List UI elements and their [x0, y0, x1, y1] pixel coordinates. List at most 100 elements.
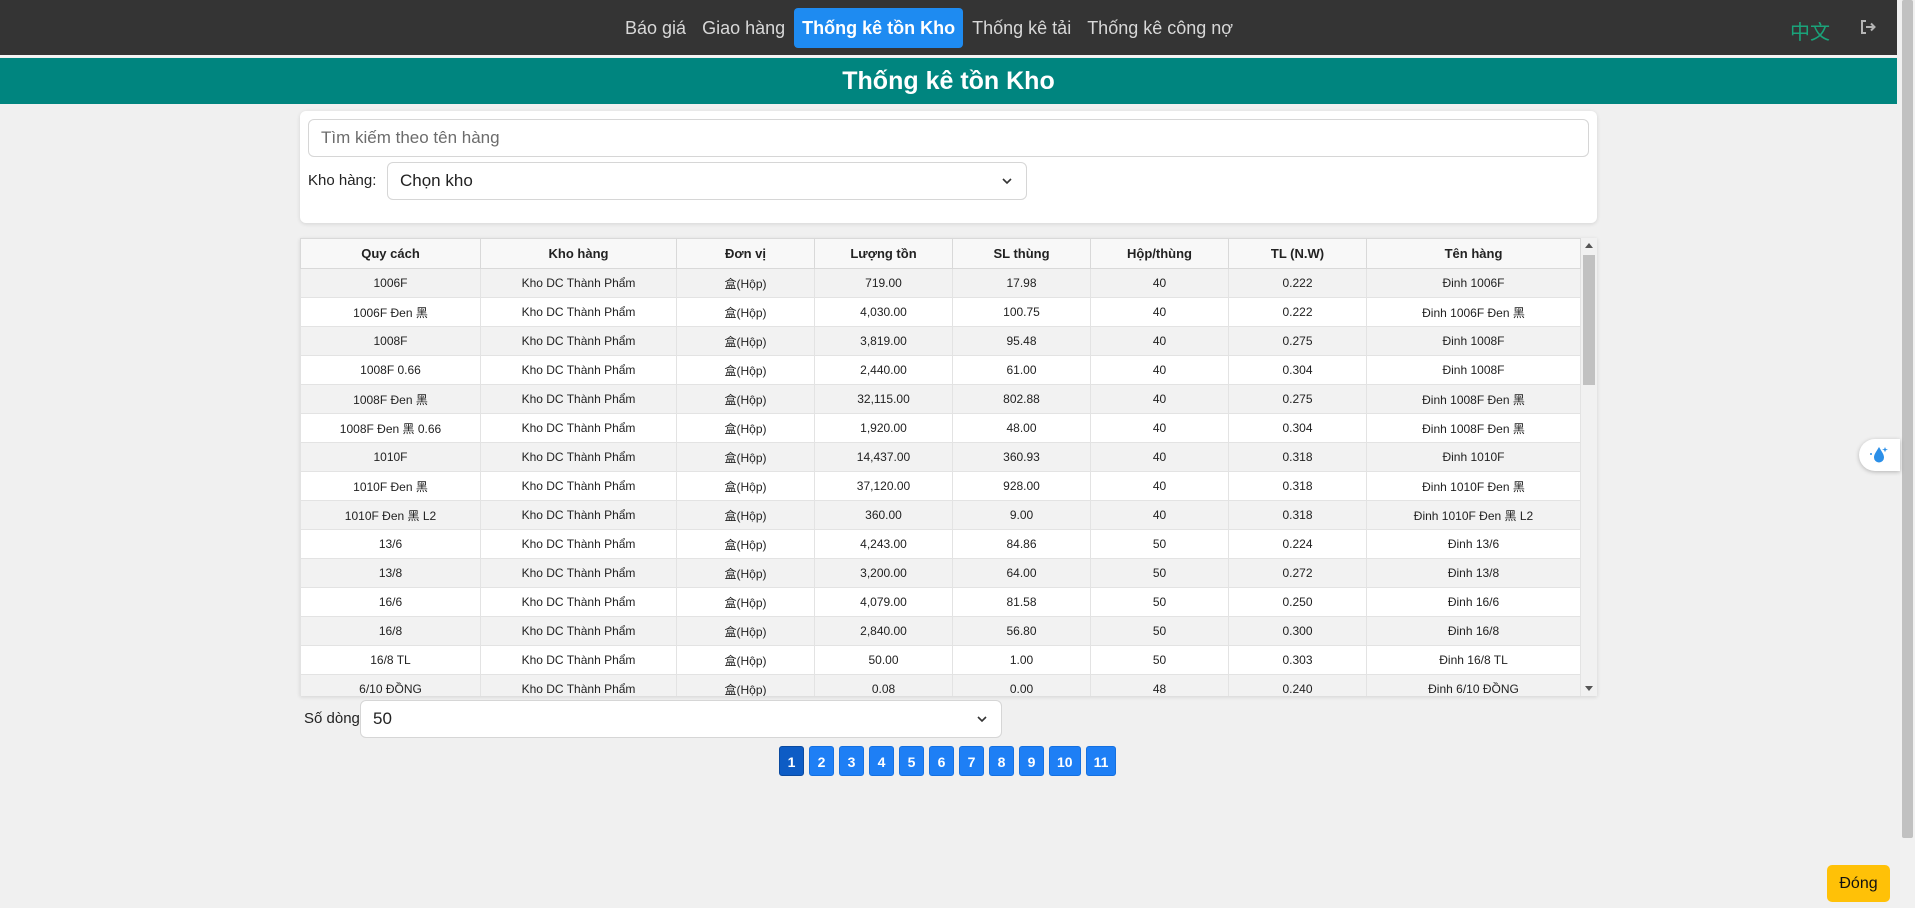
page-button[interactable]: 11	[1085, 746, 1117, 776]
scroll-down-arrow-icon[interactable]	[1585, 686, 1593, 691]
column-header[interactable]: Quy cách	[300, 238, 481, 269]
column-header[interactable]: SL thùng	[952, 238, 1091, 269]
table-row[interactable]: 1010F Kho DC Thành Phẩm 盒(Hộp) 14,437.00 360…	[300, 442, 1581, 472]
table-cell: 48	[1090, 674, 1229, 696]
water-drop-icon	[1870, 447, 1888, 463]
table-row[interactable]: 1010F Đen 黑 L2 Kho DC Thành Phẩm 盒(Hộp) 360…	[300, 500, 1581, 530]
page-button[interactable]: 4	[869, 746, 894, 776]
table-row[interactable]: 6/10 ĐỒNG Kho DC Thành Phẩm 盒(Hộp) 0.08 0.00…	[300, 674, 1581, 696]
table-cell: Kho DC Thành Phẩm	[480, 384, 677, 414]
nav-item-thong-ke-tai[interactable]: Thống kê tải	[964, 8, 1079, 48]
page-button[interactable]: 8	[989, 746, 1014, 776]
floating-widget[interactable]	[1859, 439, 1900, 471]
table-cell: 0.08	[814, 674, 953, 696]
table-cell: 4,079.00	[814, 587, 953, 617]
table-row[interactable]: 16/8 TL Kho DC Thành Phẩm 盒(Hộp) 50.00 1.00 5…	[300, 645, 1581, 675]
table-cell: 40	[1090, 268, 1229, 298]
table-cell: 3,819.00	[814, 326, 953, 356]
table-row[interactable]: 16/8 Kho DC Thành Phẩm 盒(Hộp) 2,840.00 56.80…	[300, 616, 1581, 646]
table-cell: 40	[1090, 500, 1229, 530]
nav-item-bao-gia[interactable]: Báo giá	[617, 8, 694, 48]
column-header[interactable]: TL (N.W)	[1228, 238, 1367, 269]
table-cell: 盒(Hộp)	[676, 587, 815, 617]
table-cell: 16/6	[300, 587, 481, 617]
page-button[interactable]: 3	[839, 746, 864, 776]
nav-menu: Báo giá Giao hàng Thống kê tồn Kho Thống…	[617, 8, 1241, 48]
page-button[interactable]: 1	[779, 746, 804, 776]
table-cell: Kho DC Thành Phẩm	[480, 355, 677, 385]
table-cell: 0.304	[1228, 355, 1367, 385]
table-cell: 0.300	[1228, 616, 1367, 646]
table-row[interactable]: 16/6 Kho DC Thành Phẩm 盒(Hộp) 4,079.00 81.58…	[300, 587, 1581, 617]
table-cell: 50	[1090, 529, 1229, 559]
table-row[interactable]: 1010F Đen 黑 Kho DC Thành Phẩm 盒(Hộp) 37,120…	[300, 471, 1581, 501]
table-cell: 17.98	[952, 268, 1091, 298]
page-button[interactable]: 9	[1019, 746, 1044, 776]
table-row[interactable]: 1006F Đen 黑 Kho DC Thành Phẩm 盒(Hộp) 4,030.…	[300, 297, 1581, 327]
column-header[interactable]: Đơn vị	[676, 238, 815, 269]
table-row[interactable]: 13/8 Kho DC Thành Phẩm 盒(Hộp) 3,200.00 64.00…	[300, 558, 1581, 588]
table-cell: 40	[1090, 413, 1229, 443]
column-header[interactable]: Hộp/thùng	[1090, 238, 1229, 269]
table-header-row: Quy cách Kho hàng Đơn vị Lượng tồn SL thùng H…	[300, 238, 1581, 269]
table-row[interactable]: 1008F Kho DC Thành Phẩm 盒(Hộp) 3,819.00 95.4…	[300, 326, 1581, 356]
page-scrollbar[interactable]	[1900, 0, 1915, 908]
page-button[interactable]: 6	[929, 746, 954, 776]
table-cell: 0.275	[1228, 326, 1367, 356]
table-cell: Kho DC Thành Phẩm	[480, 587, 677, 617]
warehouse-select[interactable]: Chọn kho	[387, 162, 1027, 200]
table-cell: 1010F Đen 黑 L2	[300, 500, 481, 530]
table-cell: Đinh 6/10 ĐỒNG	[1366, 674, 1581, 696]
rows-per-page-select[interactable]: 50	[360, 700, 1002, 738]
page-button[interactable]: 10	[1049, 746, 1081, 776]
nav-item-giao-hang[interactable]: Giao hàng	[694, 8, 793, 48]
search-input[interactable]	[308, 119, 1589, 157]
table-cell: Đinh 1010F	[1366, 442, 1581, 472]
sign-out-icon[interactable]	[1859, 18, 1877, 36]
table-scrollbar-thumb[interactable]	[1583, 255, 1595, 385]
table-row[interactable]: 13/6 Kho DC Thành Phẩm 盒(Hộp) 4,243.00 84.86…	[300, 529, 1581, 559]
close-button[interactable]: Đóng	[1827, 865, 1890, 902]
table-cell: 0.318	[1228, 500, 1367, 530]
table-cell: Đinh 1006F Đen 黑	[1366, 297, 1581, 327]
scroll-up-arrow-icon[interactable]	[1585, 243, 1593, 248]
table-cell: 盒(Hộp)	[676, 529, 815, 559]
table-cell: 16/8 TL	[300, 645, 481, 675]
table-cell: 0.222	[1228, 268, 1367, 298]
language-switch[interactable]: 中文	[1790, 16, 1830, 45]
table-row[interactable]: 1006F Kho DC Thành Phẩm 盒(Hộp) 719.00 17.98 4…	[300, 268, 1581, 298]
table-cell: 3,200.00	[814, 558, 953, 588]
column-header[interactable]: Kho hàng	[480, 238, 677, 269]
column-header[interactable]: Tên hàng	[1366, 238, 1581, 269]
nav-item-thong-ke-ton-kho[interactable]: Thống kê tồn Kho	[794, 8, 964, 48]
table-cell: 盒(Hộp)	[676, 297, 815, 327]
table-row[interactable]: 1008F Đen 黑 Kho DC Thành Phẩm 盒(Hộp) 32,115…	[300, 384, 1581, 414]
table-cell: 56.80	[952, 616, 1091, 646]
table-cell: Đinh 13/8	[1366, 558, 1581, 588]
table-scrollbar[interactable]	[1581, 238, 1597, 696]
table-cell: 0.318	[1228, 442, 1367, 472]
table-cell: Kho DC Thành Phẩm	[480, 413, 677, 443]
table-cell: 360.93	[952, 442, 1091, 472]
page-scrollbar-thumb[interactable]	[1902, 0, 1913, 838]
table-cell: 1008F Đen 黑 0.66	[300, 413, 481, 443]
table-cell: Kho DC Thành Phẩm	[480, 297, 677, 327]
table-row[interactable]: 1008F Đen 黑 0.66 Kho DC Thành Phẩm 盒(Hộp) 1…	[300, 413, 1581, 443]
table-cell: 1.00	[952, 645, 1091, 675]
table-cell: 64.00	[952, 558, 1091, 588]
column-header[interactable]: Lượng tồn	[814, 238, 953, 269]
table-cell: 0.318	[1228, 471, 1367, 501]
table-cell: Đinh 16/6	[1366, 587, 1581, 617]
table-cell: 40	[1090, 471, 1229, 501]
table-cell: Kho DC Thành Phẩm	[480, 645, 677, 675]
table-cell: 盒(Hộp)	[676, 500, 815, 530]
table-row[interactable]: 1008F 0.66 Kho DC Thành Phẩm 盒(Hộp) 2,440.0…	[300, 355, 1581, 385]
page-button[interactable]: 7	[959, 746, 984, 776]
page-title-bar: Thống kê tồn Kho	[0, 58, 1897, 104]
page-button[interactable]: 5	[899, 746, 924, 776]
page-button[interactable]: 2	[809, 746, 834, 776]
table-cell: Đinh 1010F Đen 黑 L2	[1366, 500, 1581, 530]
table-cell: 719.00	[814, 268, 953, 298]
nav-item-thong-ke-cong-no[interactable]: Thống kê công nợ	[1079, 8, 1241, 48]
rows-per-page-label: Số dòng:	[304, 710, 365, 727]
